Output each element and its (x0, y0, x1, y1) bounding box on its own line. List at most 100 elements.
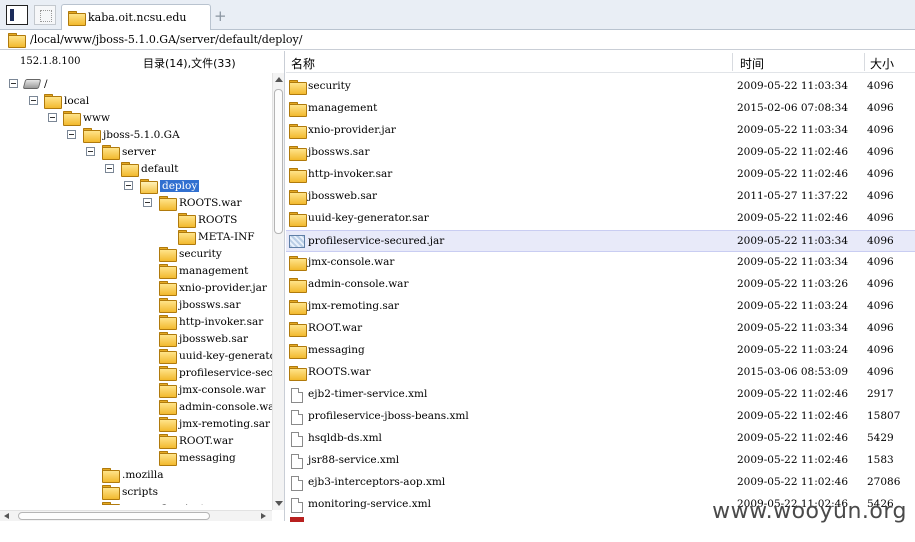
file-row[interactable]: jsr88-service.xml 2009-05-22 11:02:46 1583 (286, 450, 915, 472)
file-row[interactable]: management 2015-02-06 07:08:34 4096 (286, 98, 915, 120)
collapse-toggle-icon[interactable] (67, 130, 76, 139)
tree-item[interactable]: META-INF (178, 228, 255, 245)
tree-item[interactable]: jmx-remoting.sar (159, 415, 270, 432)
tree-item[interactable]: security (159, 245, 222, 262)
tree-horizontal-scrollbar[interactable] (0, 510, 272, 521)
tree-item[interactable]: jbossweb.sar (159, 330, 248, 347)
tree-item-label: www (83, 111, 110, 124)
file-row[interactable]: profileservice-secured.jar 2009-05-22 11:… (286, 230, 915, 252)
tree-item[interactable]: local (44, 92, 89, 109)
tree-item[interactable]: default (121, 160, 178, 177)
tree-item[interactable]: .mozilla (102, 466, 163, 483)
collapse-toggle-icon[interactable] (143, 198, 152, 207)
file-time: 2009-05-22 11:02:46 (737, 212, 849, 224)
collapse-toggle-icon[interactable] (29, 96, 38, 105)
folder-icon (289, 168, 307, 183)
file-icon (291, 454, 303, 469)
tree-item[interactable]: profileservice-secured.jar (159, 364, 272, 381)
tree-item-label: messaging (179, 451, 236, 464)
tree-item[interactable]: uuid-key-generator.sar (159, 347, 272, 364)
file-time: 2009-05-22 11:03:34 (737, 124, 849, 136)
tab-site[interactable]: kaba.oit.ncsu.edu (61, 4, 211, 30)
file-row[interactable]: ROOT.war 2009-05-22 11:03:34 4096 (286, 318, 915, 340)
directory-file-counts: 目录(14),文件(33) (143, 57, 236, 70)
tree-item-label: local (64, 94, 90, 107)
file-row[interactable]: ROOTS.war 2015-03-06 08:53:09 4096 (286, 362, 915, 384)
tree-item[interactable]: .gnome2_private (102, 500, 211, 505)
folder-icon (289, 344, 307, 359)
collapse-toggle-icon[interactable] (86, 147, 95, 156)
scroll-down-icon[interactable] (275, 501, 283, 506)
file-time: 2009-05-22 11:02:46 (737, 432, 849, 444)
tree-item[interactable]: http-invoker.sar (159, 313, 263, 330)
address-path[interactable]: /local/www/jboss-5.1.0.GA/server/default… (30, 33, 302, 46)
file-row[interactable]: jmx-console.war 2009-05-22 11:03:34 4096 (286, 252, 915, 274)
scroll-thumb[interactable] (18, 512, 210, 520)
tree-item[interactable]: / (22, 75, 48, 92)
file-row[interactable]: ejb2-timer-service.xml 2009-05-22 11:02:4… (286, 384, 915, 406)
column-size-header[interactable]: 大小 (870, 55, 894, 72)
panel-toggle-button[interactable] (6, 5, 28, 25)
tree-item[interactable]: server (102, 143, 156, 160)
file-row[interactable]: hsqldb-ds.xml 2009-05-22 11:02:46 5429 (286, 428, 915, 450)
collapse-toggle-icon[interactable] (105, 164, 114, 173)
tree-item[interactable]: www (63, 109, 110, 126)
file-row[interactable]: security 2009-05-22 11:03:34 4096 (286, 76, 915, 98)
blank-tab-button[interactable] (34, 5, 56, 25)
file-row[interactable]: admin-console.war 2009-05-22 11:03:26 4096 (286, 274, 915, 296)
file-row[interactable]: xnio-provider.jar 2009-05-22 11:03:34 4096 (286, 120, 915, 142)
scroll-right-icon[interactable] (261, 513, 266, 519)
file-row[interactable]: jbossws.sar 2009-05-22 11:02:46 4096 (286, 142, 915, 164)
folder-icon (289, 256, 307, 271)
tree-item[interactable]: xnio-provider.jar (159, 279, 267, 296)
file-time: 2009-05-22 11:02:46 (737, 146, 849, 158)
folder-icon (159, 434, 177, 449)
file-row[interactable]: http-invoker.sar 2009-05-22 11:02:46 4096 (286, 164, 915, 186)
file-row[interactable]: messaging 2009-05-22 11:03:24 4096 (286, 340, 915, 362)
file-size: 1583 (867, 454, 894, 466)
file-row[interactable]: jbossweb.sar 2011-05-27 11:37:22 4096 (286, 186, 915, 208)
tree-item[interactable]: jboss-5.1.0.GA (83, 126, 180, 143)
folder-icon (159, 247, 177, 262)
tree-item[interactable]: ROOTS.war (159, 194, 242, 211)
tree-item[interactable]: management (159, 262, 248, 279)
tree-item[interactable]: jmx-console.war (159, 381, 265, 398)
file-row[interactable]: uuid-key-generator.sar 2009-05-22 11:02:4… (286, 208, 915, 230)
folder-icon (289, 124, 307, 139)
folder-icon (121, 162, 139, 177)
folder-icon (159, 400, 177, 415)
new-tab-button[interactable]: + (214, 7, 227, 25)
scroll-thumb[interactable] (274, 89, 283, 234)
tree-item[interactable]: scripts (102, 483, 158, 500)
file-row[interactable]: jmx-remoting.sar 2009-05-22 11:03:24 4096 (286, 296, 915, 318)
collapse-toggle-icon[interactable] (9, 79, 18, 88)
tree-item[interactable]: deploy (140, 177, 200, 194)
folder-icon (289, 146, 307, 161)
folder-icon (159, 264, 177, 279)
column-time-header[interactable]: 时间 (740, 55, 764, 72)
collapse-toggle-icon[interactable] (48, 113, 57, 122)
drive-icon (22, 78, 42, 89)
tree-item[interactable]: ROOT.war (159, 432, 233, 449)
file-size: 27086 (867, 476, 901, 488)
collapse-toggle-icon[interactable] (124, 181, 133, 190)
file-icon (291, 388, 303, 403)
file-row[interactable]: ejb3-interceptors-aop.xml 2009-05-22 11:0… (286, 472, 915, 494)
column-name-header[interactable]: 名称 (291, 55, 315, 72)
scroll-left-icon[interactable] (4, 513, 9, 519)
tree-item[interactable]: messaging (159, 449, 236, 466)
tree-vertical-scrollbar[interactable] (272, 73, 284, 510)
tree-item-label: security (179, 247, 222, 260)
file-row[interactable]: profileservice-jboss-beans.xml 2009-05-22… (286, 406, 915, 428)
tree-item[interactable]: jbossws.sar (159, 296, 240, 313)
scroll-up-icon[interactable] (275, 77, 283, 82)
file-size: 15807 (867, 410, 901, 422)
address-bar[interactable]: /local/www/jboss-5.1.0.GA/server/default… (0, 30, 915, 50)
folder-open-icon (140, 179, 158, 194)
tree-item[interactable]: ROOTS (178, 211, 237, 228)
file-icon (291, 432, 303, 447)
tree-item[interactable]: admin-console.war (159, 398, 272, 415)
column-separator[interactable] (732, 53, 733, 71)
file-size: 4096 (867, 256, 894, 268)
column-separator[interactable] (864, 53, 865, 71)
